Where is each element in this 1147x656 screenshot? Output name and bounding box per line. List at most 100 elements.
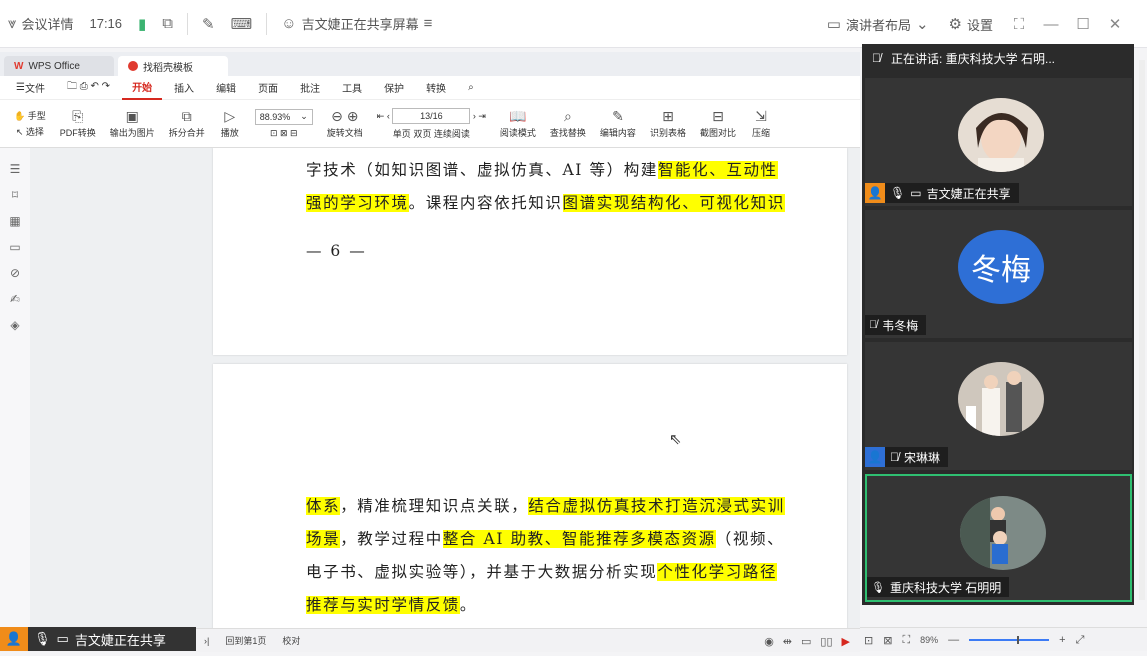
compare-button[interactable]: ⊟ 截图对比 <box>696 109 740 139</box>
divider <box>266 12 268 35</box>
avatar <box>958 98 1044 172</box>
pdf-convert-label: PDF转换 <box>59 127 96 138</box>
settings-button[interactable]: ⚙ 设置 <box>941 0 1001 48</box>
single-page-icon[interactable]: ▭ <box>801 635 811 648</box>
zoom-out-icon[interactable]: — <box>948 634 959 646</box>
proofread-button[interactable]: 校对 <box>274 634 308 647</box>
eye-icon[interactable]: ◉ <box>764 635 774 648</box>
text-run: ，精准梳理知识点关联， <box>340 497 529 515</box>
fullscreen-icon[interactable]: ⛶ <box>902 634 910 647</box>
highlighted-text: 场景 <box>306 530 341 548</box>
find-replace-button[interactable]: ⌕ 查找替换 <box>546 109 590 139</box>
highlighted-text: 图谱实现结构化、可视化知识 <box>562 194 785 212</box>
thumbnail-icon[interactable]: ▦ <box>9 214 20 228</box>
fit-icons[interactable]: ⊡ ⊠ ⊟ <box>270 128 298 139</box>
menu-convert[interactable]: 转换 <box>416 76 456 100</box>
mic-muted-icon: 🎙̸ <box>869 319 878 331</box>
outline-icon[interactable]: ☰ <box>10 162 21 176</box>
recognize-table-button[interactable]: ⊞ 识别表格 <box>646 109 690 139</box>
wps-tab-bar: W WPS Office 找稻壳模板 <box>0 52 860 76</box>
popout-icon[interactable]: ⧉ <box>154 0 181 48</box>
double-page-icon[interactable]: ▯▯ <box>820 635 832 648</box>
continuous-label: 连续阅读 <box>433 128 470 139</box>
video-tile[interactable]: 冬梅 🎙̸ 韦冬梅 <box>865 210 1132 338</box>
tab-template[interactable]: 找稻壳模板 <box>118 56 228 76</box>
page-input[interactable]: 13/16 <box>392 107 471 124</box>
next-icon[interactable]: ›| <box>196 636 217 646</box>
menu-page[interactable]: 页面 <box>248 76 288 100</box>
highlighted-text: 智能化、互动性 <box>657 161 778 179</box>
participant-label: 👤 🎙 ▭ 吉文婕正在共享 <box>865 183 1019 203</box>
layout-button[interactable]: ▭ 演讲者布局 ⌄ <box>819 0 937 48</box>
edit-content-button[interactable]: ✎ 编辑内容 <box>596 109 640 139</box>
fit-height-icon[interactable]: ⊠ <box>883 634 892 647</box>
recognize-table-label: 识别表格 <box>649 127 686 138</box>
translate-icon[interactable]: ⌨ <box>223 0 261 48</box>
menu-insert[interactable]: 插入 <box>164 76 204 100</box>
menu-protect[interactable]: 保护 <box>374 76 414 100</box>
split-icon: ⧉ <box>181 107 192 124</box>
zoom-select[interactable]: 88.93% ⌄ <box>254 108 313 125</box>
play-button[interactable]: ▷ 播放 <box>215 109 245 139</box>
minimize-icon[interactable]: — <box>1037 16 1065 33</box>
chevron-down-icon: ⌄ <box>915 16 929 33</box>
scrollbar[interactable] <box>1139 60 1145 600</box>
menu-comment[interactable]: 批注 <box>290 76 330 100</box>
participant-name: 重庆科技大学 石明明 <box>889 580 1002 595</box>
close-icon[interactable]: ✕ <box>1101 15 1129 33</box>
wps-logo-icon: W <box>14 60 24 72</box>
document-canvas[interactable]: 字技术（如知识图谱、虚拟仿真、AI 等）构建智能化、互动性 强的学习环境。课程内… <box>30 148 860 628</box>
sharing-badge: 👤 🎙 ▭ 吉文婕正在共享 <box>0 627 196 651</box>
signal-icon: ▮ <box>138 15 147 33</box>
highlighted-text: 强的学习环境 <box>306 194 409 212</box>
meeting-details-button[interactable]: ⩔ 会议详情 <box>0 0 81 48</box>
expand-icon[interactable]: ⤢ <box>1076 634 1085 647</box>
file-menu[interactable]: ☰ 文件 <box>6 76 55 100</box>
pdf-convert-button[interactable]: ⎘ PDF转换 <box>56 109 100 139</box>
video-tile[interactable]: 👤 🎙̸ 宋琳琳 <box>865 342 1132 470</box>
tab-wps-office[interactable]: W WPS Office <box>4 56 114 76</box>
speaking-label: 正在讲话: 重庆科技大学 石明... <box>891 51 1056 66</box>
search-icon[interactable]: ⌕ <box>458 76 484 100</box>
sharing-status[interactable]: ☺ 吉文婕正在共享屏幕 ≡ <box>273 0 440 48</box>
annotate-icon[interactable]: ✎ <box>194 0 223 48</box>
read-mode-button[interactable]: 📖 阅读模式 <box>496 109 540 139</box>
attachment-icon[interactable]: ⊘ <box>10 266 20 280</box>
view-modes[interactable]: 单页 双页 连续阅读 <box>393 127 470 140</box>
mouse-cursor-icon: ⇖ <box>669 431 682 448</box>
menu-tools[interactable]: 工具 <box>332 76 372 100</box>
avatar <box>960 496 1046 570</box>
layers-icon[interactable]: ◈ <box>10 318 19 332</box>
video-tile[interactable]: 👤 🎙 ▭ 吉文婕正在共享 <box>865 78 1132 206</box>
select-tool[interactable]: ↖ 选择 <box>16 125 44 138</box>
export-image-button[interactable]: ▣ 输出为图片 <box>106 109 159 139</box>
zoom-out-icon: ⊖ ⊕ <box>331 107 359 124</box>
hand-tool[interactable]: ✋ 手型 <box>14 109 46 122</box>
text-run: ，教学过程中 <box>340 530 443 548</box>
menu-start[interactable]: 开始 <box>122 76 163 100</box>
bookmark-icon[interactable]: ⌑ <box>12 188 18 202</box>
play-icon[interactable]: ▶ <box>842 635 850 648</box>
video-tile-active[interactable]: 🎙 重庆科技大学 石明明 <box>865 474 1132 602</box>
split-merge-button[interactable]: ⧉ 拆分合并 <box>165 109 209 139</box>
edit-icon: ✎ <box>612 107 624 124</box>
zoom-slider[interactable] <box>969 636 1050 644</box>
quick-access-icons[interactable]: 🗀 ⎙ ↶ ↷ <box>57 76 120 100</box>
mic-muted-icon: 🎙̸ <box>872 51 881 65</box>
signature-icon[interactable]: ✍ <box>10 292 20 306</box>
comment-icon[interactable]: ▭ <box>9 240 20 254</box>
compress-button[interactable]: ⇲ 压缩 <box>746 109 776 139</box>
fit-width-icon[interactable]: ⇹ <box>783 635 792 648</box>
user-icon: 👤 <box>865 447 885 467</box>
back-first-button[interactable]: 回到第1页 <box>217 634 274 647</box>
user-icon: 👤 <box>0 627 28 651</box>
maximize-icon[interactable]: ☐ <box>1069 15 1097 33</box>
menu-edit[interactable]: 编辑 <box>206 76 246 100</box>
zoom-in-icon[interactable]: + <box>1059 634 1065 646</box>
text-run: （视频、 <box>715 530 785 548</box>
fullscreen-icon[interactable]: ⛶ <box>1005 16 1033 33</box>
page-nav-arrows[interactable]: ⇤ ‹ 13/16 › ⇥ <box>377 107 486 124</box>
fit-page-icon[interactable]: ⊡ <box>864 634 873 647</box>
sharing-title: 吉文婕正在共享屏幕 <box>301 17 419 32</box>
zoom-buttons[interactable]: ⊖ ⊕ 旋转文档 <box>323 109 367 139</box>
